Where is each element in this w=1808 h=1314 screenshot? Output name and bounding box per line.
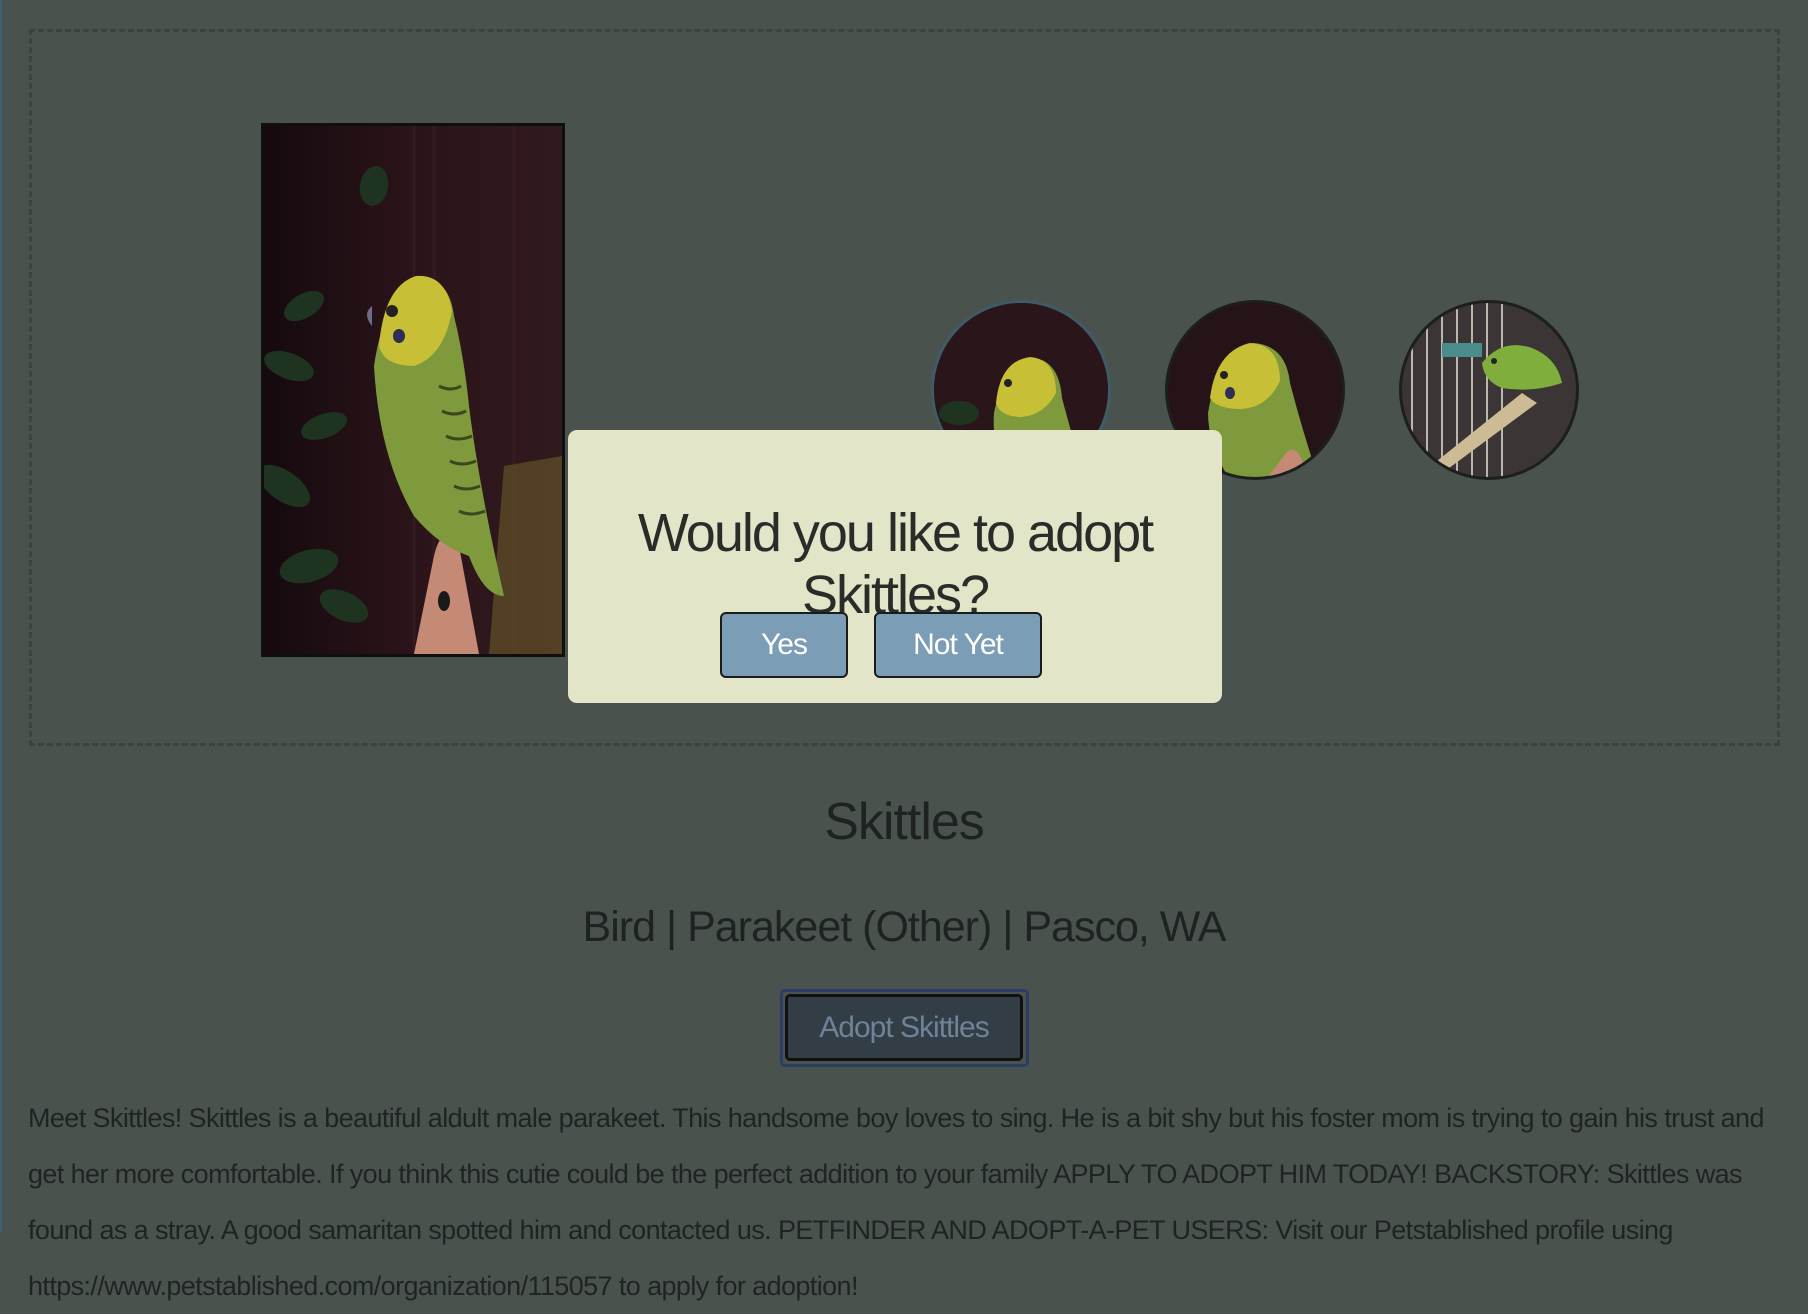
yes-button[interactable]: Yes <box>720 612 848 678</box>
adopt-confirm-dialog: Would you like to adopt Skittles? Yes No… <box>568 430 1222 703</box>
main-pet-photo[interactable] <box>261 123 565 657</box>
photo-thumbnail-3[interactable] <box>1399 300 1579 480</box>
not-yet-button[interactable]: Not Yet <box>874 612 1042 678</box>
pet-name-heading: Skittles <box>824 793 985 851</box>
pet-description: Meet Skittles! Skittles is a beautiful a… <box>28 1103 1764 1301</box>
parakeet-cage-thumbnail-image <box>1402 303 1576 477</box>
dialog-question: Would you like to adopt Skittles? <box>637 503 1154 625</box>
parakeet-photo-image <box>264 126 562 654</box>
pet-details: Bird | Parakeet (Other) | Pasco, WA <box>582 903 1227 951</box>
adopt-button[interactable]: Adopt Skittles <box>785 994 1023 1061</box>
